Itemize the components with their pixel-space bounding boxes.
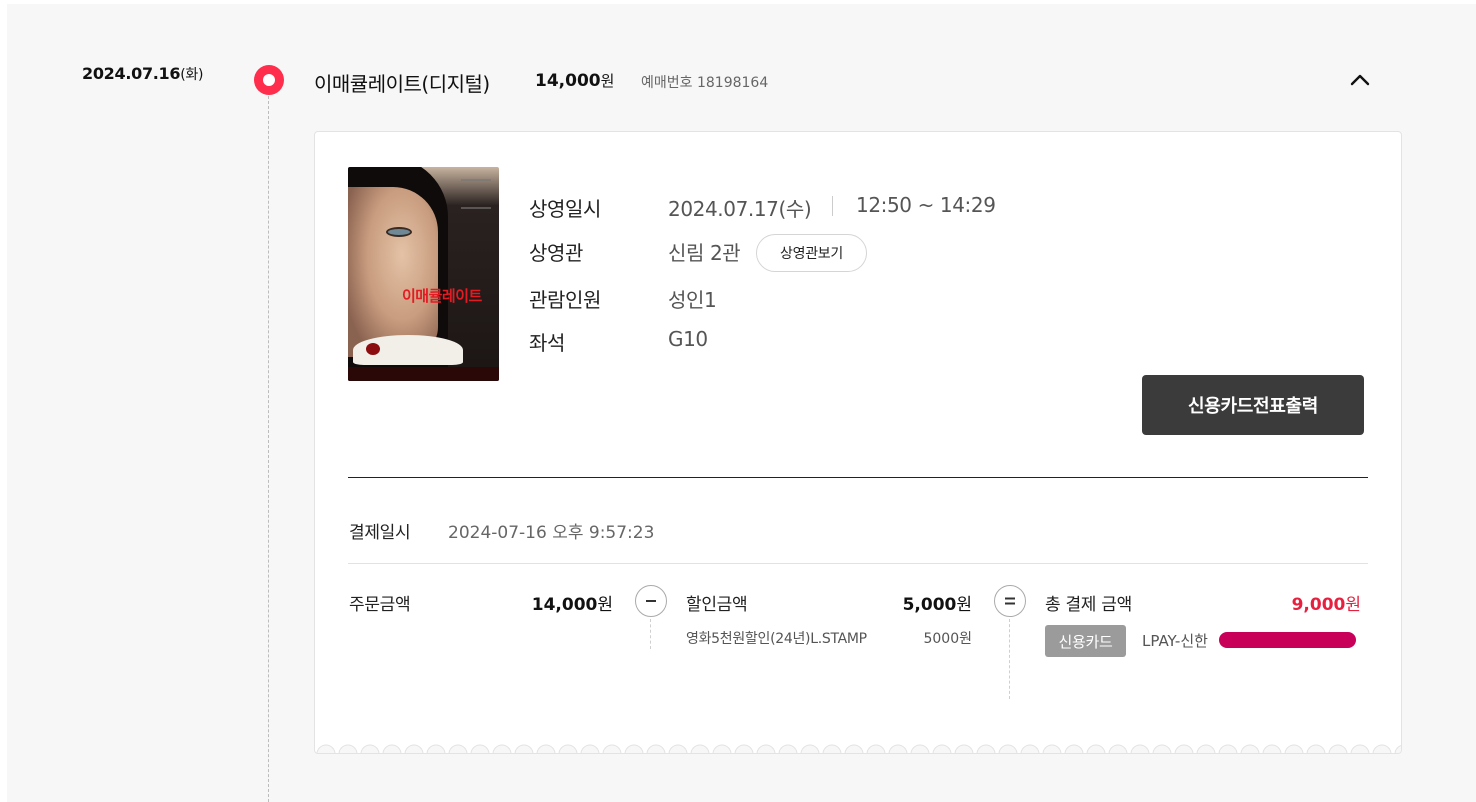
discount-amount-value: 5,000 [902,595,957,615]
theater-label: 상영관 [529,241,583,265]
print-card-receipt-button[interactable]: 신용카드전표출력 [1142,375,1364,435]
seat-label: 좌석 [529,331,565,355]
card-info: LPAY-신한 [1142,632,1208,650]
equals-circle-icon [994,585,1026,617]
total-amount: 9,000원 [1215,590,1361,615]
equals-dash-line [1009,619,1010,699]
minus-icon [646,600,656,602]
section-divider [348,477,1368,478]
showtime-separator [832,196,833,216]
payment-method-badge: 신용카드 [1045,625,1126,657]
total-amount-unit: 원 [1345,595,1361,615]
order-amount-label: 주문금액 [349,595,411,615]
booking-number-value: 18198164 [696,75,769,91]
poster-title: 이매큘레이트 [402,287,482,305]
poster-face [348,187,438,357]
poster-eye [386,227,412,237]
poster-credits [461,179,491,209]
redaction-mark [1219,632,1356,648]
movie-title: 이매큘레이트(디지털) [314,72,490,96]
booking-day-of-week: (화) [180,67,204,83]
timeline-dot-icon [254,65,284,95]
ticket-scallop-edge [315,740,1401,753]
collapse-button[interactable] [1346,66,1374,94]
discount-amount-label: 할인금액 [686,595,748,615]
discount-item-name: 영화5천원할인(24년)L.STAMP [686,631,867,647]
total-amount-value: 9,000 [1291,595,1346,615]
timeline-line [268,96,269,802]
discount-amount-unit: 원 [956,595,972,615]
payment-date-label: 결제일시 [349,523,411,543]
header-price-unit: 원 [600,72,615,90]
header-price: 14,000원 [535,70,614,91]
booking-number: 예매번호 18198164 [641,72,768,92]
payment-divider [348,563,1368,564]
order-amount: 14,000원 [495,590,613,615]
order-amount-unit: 원 [597,595,613,615]
view-theater-button[interactable]: 상영관보기 [756,234,867,272]
order-amount-value: 14,000 [531,595,598,615]
header-price-value: 14,000 [535,71,601,91]
total-amount-label: 총 결제 금액 [1045,595,1132,615]
seat-value: G10 [668,327,708,351]
theater-value: 신림 2관 [668,241,741,265]
poster-bottom [348,367,499,381]
minus-circle-icon [635,585,667,617]
audience-value: 성인1 [668,288,717,312]
booking-detail-card: 이매큘레이트 상영일시 2024.07.17(수) 12:50 ~ 14:29 … [314,131,1402,754]
showtime-time: 12:50 ~ 14:29 [856,193,996,217]
chevron-up-icon [1350,74,1370,86]
poster-blood [366,343,380,355]
payment-date-value: 2024-07-16 오후 9:57:23 [448,523,655,543]
movie-poster[interactable]: 이매큘레이트 [348,167,499,381]
discount-amount: 5,000원 [855,590,972,615]
audience-label: 관람인원 [529,288,601,312]
showtime-date: 2024.07.17(수) [668,197,812,221]
booking-date: 2024.07.16(화) [82,64,203,84]
discount-item-amount: 5000원 [923,631,972,647]
booking-number-label: 예매번호 [641,75,693,91]
minus-dash-line [650,619,651,649]
showtime-label: 상영일시 [529,197,601,221]
booking-date-value: 2024.07.16 [82,64,181,83]
equals-icon [1005,597,1015,605]
